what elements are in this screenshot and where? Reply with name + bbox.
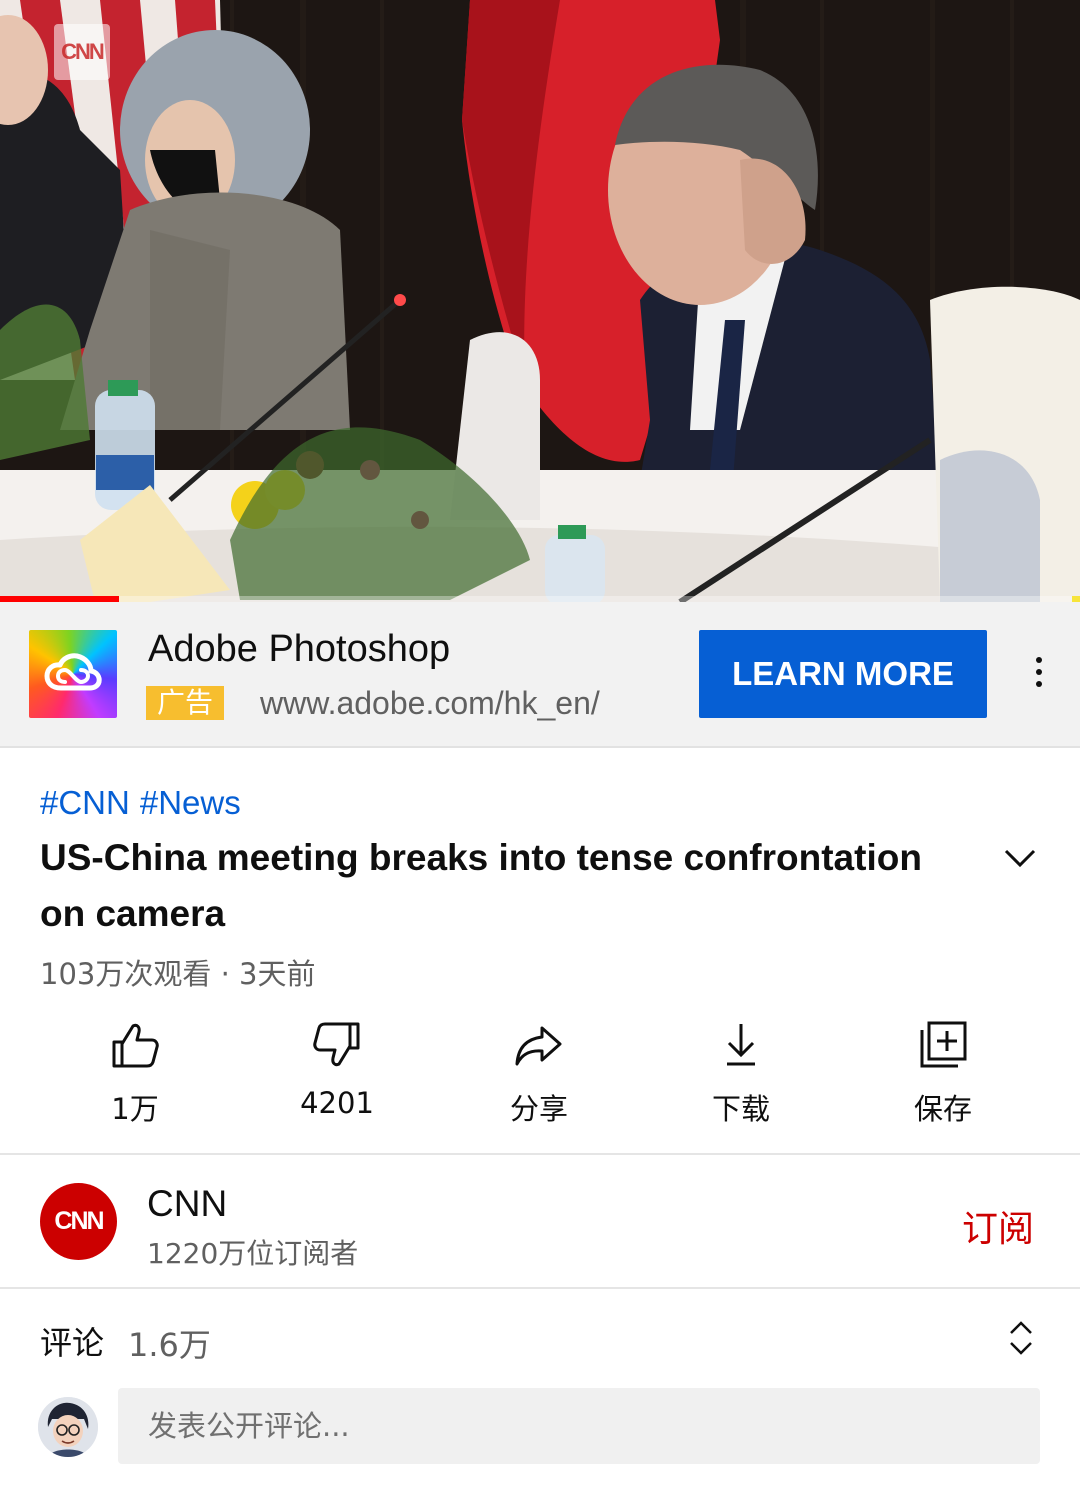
unfold-icon[interactable]: [1006, 1318, 1036, 1358]
save-playlist-icon: [920, 1021, 967, 1068]
hashtag-link[interactable]: #CNN: [40, 784, 130, 821]
thumbs-up-icon: [112, 1023, 159, 1068]
ad-banner[interactable]: Adobe Photoshop 广告 www.adobe.com/hk_en/ …: [0, 602, 1080, 748]
channel-avatar[interactable]: CNN: [40, 1183, 117, 1260]
comment-input[interactable]: [118, 1388, 1040, 1464]
comments-count: 1.6万: [128, 1326, 211, 1364]
adobe-creative-cloud-icon: [29, 630, 117, 718]
ad-badge: 广告: [146, 686, 224, 720]
subscriber-count: 1220万位订阅者: [147, 1237, 359, 1270]
share-label: 分享: [509, 1092, 568, 1126]
like-button[interactable]: 1万: [45, 1018, 225, 1128]
divider: [0, 1287, 1080, 1289]
user-avatar[interactable]: [38, 1397, 98, 1457]
comments-title[interactable]: 评论: [40, 1318, 104, 1364]
ad-title[interactable]: Adobe Photoshop: [148, 628, 450, 671]
video-player[interactable]: CNN: [0, 0, 1080, 602]
more-vert-icon[interactable]: [1024, 654, 1054, 694]
share-icon: [515, 1026, 562, 1066]
download-icon: [727, 1024, 755, 1066]
divider: [0, 1153, 1080, 1155]
video-title[interactable]: US-China meeting breaks into tense confr…: [40, 830, 970, 942]
ad-url[interactable]: www.adobe.com/hk_en/: [260, 685, 600, 722]
subscribe-button[interactable]: 订阅: [962, 1200, 1034, 1252]
dislike-button[interactable]: 4201: [247, 1018, 427, 1120]
video-meta: 103万次观看 · 3天前: [40, 957, 316, 991]
learn-more-button[interactable]: LEARN MORE: [699, 630, 987, 718]
download-button[interactable]: 下载: [651, 1018, 831, 1128]
save-label: 保存: [913, 1092, 972, 1126]
download-label: 下载: [711, 1092, 770, 1126]
save-button[interactable]: 保存: [853, 1018, 1033, 1128]
dislike-count: 4201: [300, 1086, 374, 1120]
action-bar: 1万 4201 分享 下载 保存: [0, 1018, 1080, 1128]
cnn-watermark: CNN: [54, 24, 110, 80]
like-count: 1万: [111, 1092, 159, 1126]
hashtag-link[interactable]: #News: [140, 784, 241, 821]
chevron-down-icon[interactable]: [1000, 838, 1040, 878]
share-button[interactable]: 分享: [449, 1018, 629, 1128]
channel-name[interactable]: CNN: [147, 1183, 227, 1225]
thumbs-down-icon: [313, 1022, 360, 1067]
hashtags: #CNN #News: [40, 784, 251, 822]
video-frame: [0, 0, 1080, 602]
